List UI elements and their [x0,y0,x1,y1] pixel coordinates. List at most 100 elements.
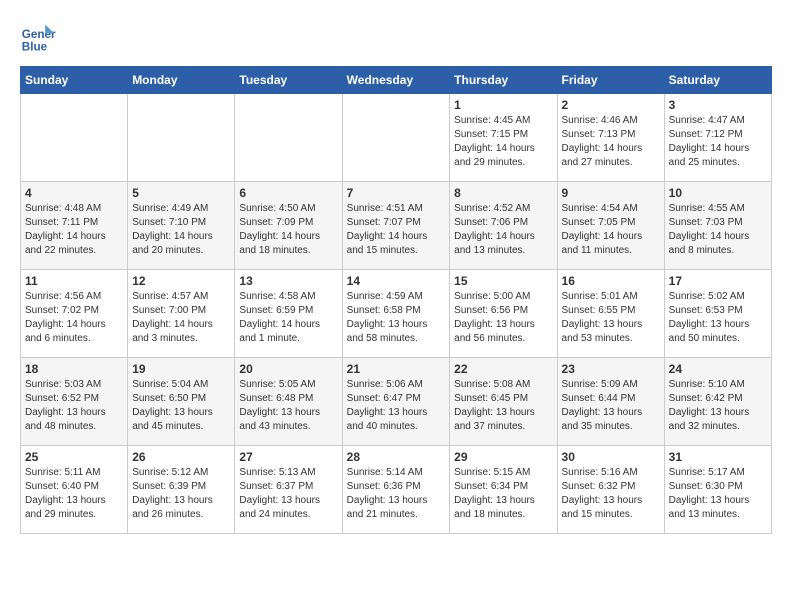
calendar-cell: 28Sunrise: 5:14 AM Sunset: 6:36 PM Dayli… [342,446,450,534]
day-info: Sunrise: 5:04 AM Sunset: 6:50 PM Dayligh… [132,378,230,434]
day-info: Sunrise: 4:51 AM Sunset: 7:07 PM Dayligh… [347,202,446,258]
day-info: Sunrise: 5:13 AM Sunset: 6:37 PM Dayligh… [239,466,337,522]
day-info: Sunrise: 4:47 AM Sunset: 7:12 PM Dayligh… [669,114,767,170]
svg-text:General: General [22,28,56,41]
day-info: Sunrise: 5:09 AM Sunset: 6:44 PM Dayligh… [562,378,660,434]
day-number: 30 [562,450,660,464]
calendar-cell: 2 Sunrise: 4:46 AM Sunset: 7:13 PM Daylig… [557,94,664,182]
day-number: 8 [454,186,552,200]
calendar-cell: 25 Sunrise: 5:11 AM Sunset: 6:40 PM Dayli… [21,446,128,534]
calendar-cell: 12 Sunrise: 4:57 AM Sunset: 7:00 PM Dayli… [128,270,235,358]
day-number: 18 [25,362,123,376]
calendar-week-5: 25 Sunrise: 5:11 AM Sunset: 6:40 PM Dayli… [21,446,772,534]
calendar-cell: 29 Sunrise: 5:15 AM Sunset: 6:34 PM Dayli… [450,446,557,534]
calendar-cell: 9 Sunrise: 4:54 AM Sunset: 7:05 PM Daylig… [557,182,664,270]
day-number: 9 [562,186,660,200]
calendar-cell: 3 Sunrise: 4:47 AM Sunset: 7:12 PM Daylig… [664,94,771,182]
calendar-cell: 20Sunrise: 5:05 AM Sunset: 6:48 PM Dayli… [235,358,342,446]
header-sunday: Sunday [21,67,128,94]
day-info: Sunrise: 5:15 AM Sunset: 6:34 PM Dayligh… [454,466,552,522]
calendar-week-4: 18 Sunrise: 5:03 AM Sunset: 6:52 PM Dayli… [21,358,772,446]
day-number: 27 [239,450,337,464]
day-info: Sunrise: 4:56 AM Sunset: 7:02 PM Dayligh… [25,290,123,346]
calendar-cell: 10 Sunrise: 4:55 AM Sunset: 7:03 PM Dayli… [664,182,771,270]
day-number: 11 [25,274,123,288]
day-number: 22 [454,362,552,376]
header-monday: Monday [128,67,235,94]
day-info: Sunrise: 5:11 AM Sunset: 6:40 PM Dayligh… [25,466,123,522]
calendar-cell: 7 Sunrise: 4:51 AM Sunset: 7:07 PM Daylig… [342,182,450,270]
day-info: Sunrise: 4:52 AM Sunset: 7:06 PM Dayligh… [454,202,552,258]
day-number: 23 [562,362,660,376]
day-number: 10 [669,186,767,200]
day-info: Sunrise: 5:00 AM Sunset: 6:56 PM Dayligh… [454,290,552,346]
calendar-cell: 31Sunrise: 5:17 AM Sunset: 6:30 PM Dayli… [664,446,771,534]
day-info: Sunrise: 4:46 AM Sunset: 7:13 PM Dayligh… [562,114,660,170]
day-number: 14 [347,274,446,288]
day-number: 3 [669,98,767,112]
day-number: 2 [562,98,660,112]
calendar-cell: 14 Sunrise: 4:59 AM Sunset: 6:58 PM Dayli… [342,270,450,358]
calendar-cell: 21 Sunrise: 5:06 AM Sunset: 6:47 PM Dayli… [342,358,450,446]
day-number: 4 [25,186,123,200]
day-info: Sunrise: 5:10 AM Sunset: 6:42 PM Dayligh… [669,378,767,434]
page-header: General Blue [20,20,772,56]
day-number: 20 [239,362,337,376]
day-info: Sunrise: 5:06 AM Sunset: 6:47 PM Dayligh… [347,378,446,434]
calendar-cell: 1 Sunrise: 4:45 AM Sunset: 7:15 PM Daylig… [450,94,557,182]
header-tuesday: Tuesday [235,67,342,94]
calendar-cell: 26 Sunrise: 5:12 AM Sunset: 6:39 PM Dayli… [128,446,235,534]
day-info: Sunrise: 5:02 AM Sunset: 6:53 PM Dayligh… [669,290,767,346]
day-info: Sunrise: 5:01 AM Sunset: 6:55 PM Dayligh… [562,290,660,346]
calendar-week-3: 11 Sunrise: 4:56 AM Sunset: 7:02 PM Dayli… [21,270,772,358]
day-info: Sunrise: 4:55 AM Sunset: 7:03 PM Dayligh… [669,202,767,258]
day-number: 7 [347,186,446,200]
calendar-cell [128,94,235,182]
calendar-header-row: SundayMondayTuesdayWednesdayThursdayFrid… [21,67,772,94]
calendar-cell: 19Sunrise: 5:04 AM Sunset: 6:50 PM Dayli… [128,358,235,446]
day-number: 26 [132,450,230,464]
logo-icon: General Blue [20,20,56,56]
calendar-cell: 24 Sunrise: 5:10 AM Sunset: 6:42 PM Dayli… [664,358,771,446]
day-info: Sunrise: 4:48 AM Sunset: 7:11 PM Dayligh… [25,202,123,258]
calendar-week-2: 4 Sunrise: 4:48 AM Sunset: 7:11 PM Daylig… [21,182,772,270]
day-info: Sunrise: 4:45 AM Sunset: 7:15 PM Dayligh… [454,114,552,170]
day-number: 29 [454,450,552,464]
calendar-cell: 15 Sunrise: 5:00 AM Sunset: 6:56 PM Dayli… [450,270,557,358]
day-number: 12 [132,274,230,288]
day-info: Sunrise: 5:12 AM Sunset: 6:39 PM Dayligh… [132,466,230,522]
day-number: 24 [669,362,767,376]
day-info: Sunrise: 4:50 AM Sunset: 7:09 PM Dayligh… [239,202,337,258]
calendar-cell: 16 Sunrise: 5:01 AM Sunset: 6:55 PM Dayli… [557,270,664,358]
calendar-cell: 4 Sunrise: 4:48 AM Sunset: 7:11 PM Daylig… [21,182,128,270]
calendar-cell: 17Sunrise: 5:02 AM Sunset: 6:53 PM Dayli… [664,270,771,358]
day-number: 1 [454,98,552,112]
day-info: Sunrise: 4:57 AM Sunset: 7:00 PM Dayligh… [132,290,230,346]
header-wednesday: Wednesday [342,67,450,94]
calendar-cell [235,94,342,182]
calendar-cell: 11 Sunrise: 4:56 AM Sunset: 7:02 PM Dayli… [21,270,128,358]
header-thursday: Thursday [450,67,557,94]
day-info: Sunrise: 4:49 AM Sunset: 7:10 PM Dayligh… [132,202,230,258]
svg-text:Blue: Blue [22,41,48,54]
calendar-cell: 5Sunrise: 4:49 AM Sunset: 7:10 PM Daylig… [128,182,235,270]
day-info: Sunrise: 5:17 AM Sunset: 6:30 PM Dayligh… [669,466,767,522]
day-number: 6 [239,186,337,200]
day-number: 25 [25,450,123,464]
day-info: Sunrise: 5:03 AM Sunset: 6:52 PM Dayligh… [25,378,123,434]
day-number: 13 [239,274,337,288]
day-number: 28 [347,450,446,464]
day-number: 15 [454,274,552,288]
header-saturday: Saturday [664,67,771,94]
day-info: Sunrise: 4:54 AM Sunset: 7:05 PM Dayligh… [562,202,660,258]
header-friday: Friday [557,67,664,94]
calendar-cell [21,94,128,182]
calendar-cell: 13 Sunrise: 4:58 AM Sunset: 6:59 PM Dayli… [235,270,342,358]
day-number: 16 [562,274,660,288]
logo: General Blue [20,20,60,56]
day-info: Sunrise: 4:59 AM Sunset: 6:58 PM Dayligh… [347,290,446,346]
day-number: 21 [347,362,446,376]
day-info: Sunrise: 4:58 AM Sunset: 6:59 PM Dayligh… [239,290,337,346]
calendar-cell: 22Sunrise: 5:08 AM Sunset: 6:45 PM Dayli… [450,358,557,446]
calendar-cell: 6 Sunrise: 4:50 AM Sunset: 7:09 PM Daylig… [235,182,342,270]
